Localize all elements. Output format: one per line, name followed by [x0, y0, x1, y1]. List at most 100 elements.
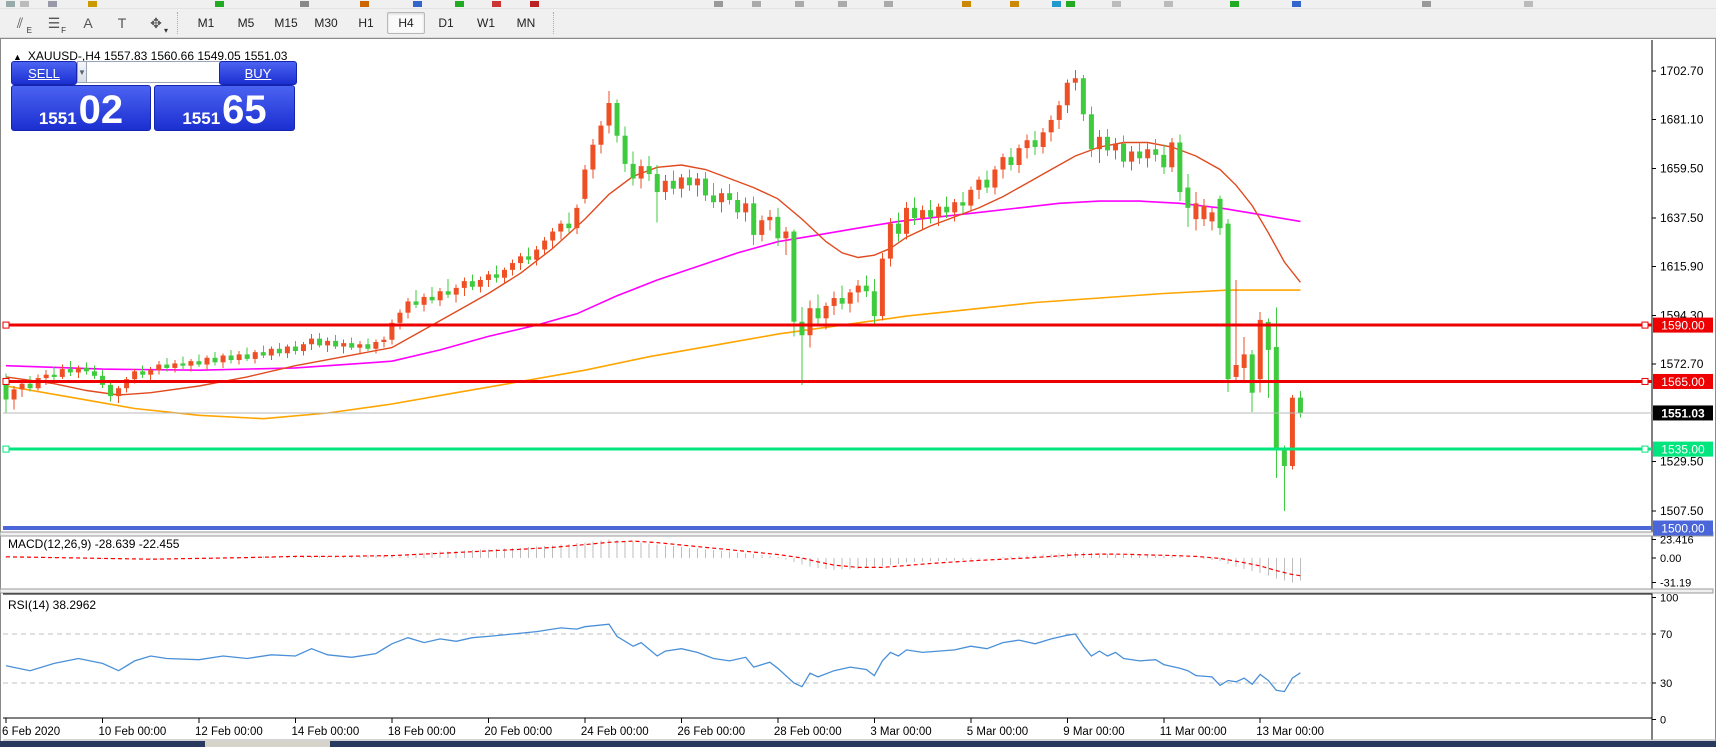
candle	[1089, 114, 1094, 149]
candle	[872, 291, 877, 316]
candle	[1153, 149, 1158, 155]
candle	[647, 166, 652, 174]
candle	[1161, 155, 1166, 167]
candle	[462, 281, 467, 288]
candle	[615, 103, 620, 136]
ma-slow-line	[6, 290, 1300, 419]
candle	[1057, 105, 1062, 120]
candle	[1017, 148, 1022, 165]
rsi-axis-label: 30	[1660, 678, 1672, 690]
candle	[357, 344, 362, 347]
candle	[1185, 188, 1190, 208]
level-line-handle[interactable]	[3, 446, 9, 452]
candle	[1177, 142, 1182, 192]
candle	[373, 342, 378, 349]
ma-mid-line	[6, 201, 1300, 370]
candle	[920, 210, 925, 218]
candle	[341, 343, 346, 346]
candle	[1298, 398, 1303, 413]
level-price-badge-label: 1500.00	[1661, 522, 1705, 536]
candle	[1137, 151, 1142, 158]
price-axis-label: 1681.10	[1660, 113, 1704, 127]
candle	[1250, 354, 1255, 392]
candle	[1033, 140, 1038, 147]
candle	[1169, 142, 1174, 167]
candle	[791, 232, 796, 322]
rsi-indicator-label: RSI(14) 38.2962	[8, 598, 96, 612]
candle	[1041, 132, 1046, 147]
macd-axis-label: 0.00	[1660, 553, 1681, 565]
level-line-handle[interactable]	[1642, 446, 1648, 452]
price-axis-label: 1659.50	[1660, 161, 1704, 175]
level-price-badge-label: 1565.00	[1661, 375, 1705, 389]
candle	[848, 292, 853, 303]
candle	[840, 298, 845, 304]
date-axis-label: 20 Feb 00:00	[484, 726, 552, 738]
candle	[261, 352, 266, 355]
level-line-handle[interactable]	[3, 322, 9, 328]
candle	[92, 371, 97, 376]
candle	[84, 368, 89, 371]
date-axis-label: 13 Mar 00:00	[1256, 726, 1324, 738]
bottom-panel-edge-right[interactable]	[330, 741, 1716, 747]
candle	[968, 190, 973, 206]
candle	[349, 343, 354, 348]
macd-axis-label: -31.19	[1660, 578, 1691, 590]
candle	[767, 217, 772, 220]
candle	[759, 220, 764, 235]
candle	[221, 356, 226, 363]
level-price-badge-label: 1590.00	[1661, 319, 1705, 333]
candle	[808, 308, 813, 335]
candle	[301, 344, 306, 351]
candle	[727, 193, 732, 200]
price-chart-canvas[interactable]: 1702.701681.101659.501637.501615.901594.…	[0, 0, 1716, 747]
level-line-handle[interactable]	[1642, 322, 1648, 328]
candle	[116, 388, 121, 396]
rsi-axis-label: 0	[1660, 715, 1666, 727]
candle	[598, 126, 603, 145]
candle	[269, 349, 274, 356]
candle	[936, 207, 941, 217]
level-line-handle[interactable]	[1642, 378, 1648, 384]
date-axis-label: 24 Feb 00:00	[581, 726, 649, 738]
rsi-axis-label: 70	[1660, 629, 1672, 641]
ma-fast-line	[6, 143, 1300, 396]
date-axis-label: 11 Mar 00:00	[1160, 726, 1227, 738]
candle	[751, 203, 756, 235]
candle	[44, 375, 49, 378]
candle	[1290, 398, 1295, 466]
rsi-axis-label: 100	[1660, 592, 1678, 604]
candle	[775, 217, 780, 238]
candle	[1218, 199, 1223, 228]
candle	[406, 301, 411, 312]
candle	[245, 354, 250, 359]
candle	[574, 208, 579, 228]
candle	[1049, 120, 1054, 132]
candle	[928, 210, 933, 217]
level-line-handle[interactable]	[3, 378, 9, 384]
candle	[237, 354, 242, 360]
candle	[984, 180, 989, 188]
candle	[60, 369, 65, 377]
candle	[1073, 78, 1078, 83]
candle	[430, 297, 435, 300]
candle	[607, 103, 612, 126]
pane-divider[interactable]	[0, 532, 1713, 536]
pane-divider[interactable]	[0, 589, 1713, 593]
candle	[1065, 83, 1070, 106]
candle	[679, 177, 684, 188]
candle	[172, 363, 177, 368]
candle	[864, 286, 869, 292]
candle	[912, 208, 917, 218]
date-axis-label: 26 Feb 00:00	[677, 726, 745, 738]
date-axis-label: 9 Mar 00:00	[1063, 726, 1124, 738]
candle	[333, 341, 338, 347]
candle	[180, 363, 185, 365]
candle	[293, 347, 298, 352]
candle	[1009, 157, 1014, 165]
candle	[148, 370, 153, 375]
candle	[832, 298, 837, 306]
candle	[1242, 354, 1247, 368]
candle	[896, 224, 901, 234]
candle	[711, 195, 716, 202]
